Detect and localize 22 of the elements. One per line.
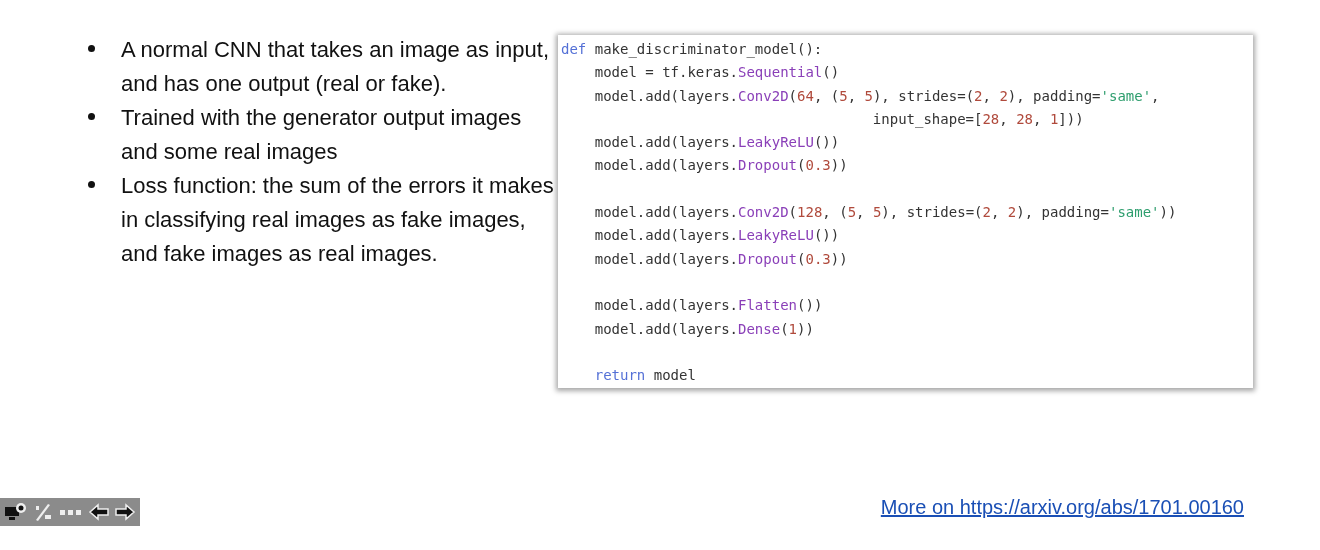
presenter-icon[interactable] xyxy=(4,502,28,522)
bullet-icon xyxy=(88,181,95,188)
code-line: input_shape=[28, 28, 1])) xyxy=(871,109,1084,130)
bullet-text: Trained with the generator output images and some real images xyxy=(121,104,523,166)
bullet-text: Loss function: the sum of the errors it makes in classifying real images as fake images, and fake images as real images. xyxy=(121,172,555,268)
bullet-text: A normal CNN that takes an image as input, and has one output (real or fake). xyxy=(121,36,550,98)
code-line: model = tf.keras.Sequential() xyxy=(593,63,840,83)
code-line: model.add(layers.Conv2D(128, (5, 5), strides=(2, 2), padding='same')) xyxy=(593,203,1177,223)
code-line: model.add(layers.Dropout(0.3)) xyxy=(593,156,848,176)
code-line: model.add(layers.LeakyReLU()) xyxy=(593,226,840,246)
bullet-icon xyxy=(88,45,95,52)
code-line: model.add(layers.Dropout(0.3)) xyxy=(593,249,848,269)
previous-arrow-icon[interactable] xyxy=(88,502,110,522)
code-line: model.add(layers.Flatten()) xyxy=(593,296,823,316)
code-line: return model xyxy=(593,366,696,386)
next-arrow-icon[interactable] xyxy=(114,502,136,522)
code-line: def make_discriminator_model(): xyxy=(561,40,823,60)
code-line: model.add(layers.Conv2D(64, (5, 5), strides=(2, 2), padding='same', xyxy=(593,86,1160,106)
reference-link[interactable]: More on https://arxiv.org/abs/1701.00160 xyxy=(880,496,1244,519)
code-line: model.add(layers.Dense(1)) xyxy=(593,319,814,339)
bullet-icon xyxy=(88,113,95,120)
code-line: model.add(layers.LeakyReLU()) xyxy=(593,133,840,153)
